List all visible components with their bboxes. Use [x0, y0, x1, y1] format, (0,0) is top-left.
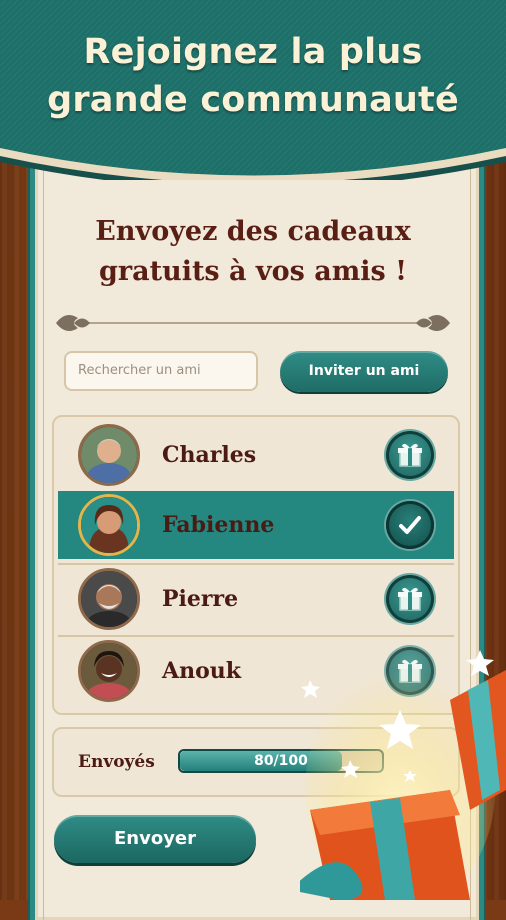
search-placeholder: Rechercher un ami: [78, 363, 201, 378]
friend-row-charles[interactable]: Charles: [58, 421, 454, 489]
panel-subtitle: Envoyez des cadeaux gratuits à vos amis …: [0, 212, 506, 292]
avatar: [78, 640, 140, 702]
send-gift-button[interactable]: [386, 575, 434, 623]
sent-progress-bar: 80/100: [178, 749, 384, 773]
subtitle-line-1: Envoyez des cadeaux: [95, 216, 411, 247]
headline-line-1: Rejoignez la plus: [83, 32, 423, 72]
friend-name: Pierre: [162, 586, 239, 612]
progress-text: 80/100: [254, 753, 308, 769]
send-gift-button[interactable]: [386, 647, 434, 695]
invite-friend-button[interactable]: Inviter un ami: [280, 351, 448, 392]
ornament-divider: [56, 314, 450, 332]
send-button[interactable]: Envoyer: [54, 815, 256, 863]
friend-name: Anouk: [162, 658, 241, 684]
headline: Rejoignez la plus grande communauté: [0, 28, 506, 124]
subtitle-line-2: gratuits à vos amis !: [99, 256, 407, 287]
sent-progress-box: Envoyés 80/100: [52, 727, 460, 797]
gift-icon: [398, 443, 422, 467]
gift-icon: [398, 587, 422, 611]
send-gift-button[interactable]: [386, 431, 434, 479]
friend-row-fabienne[interactable]: Fabienne: [58, 491, 454, 559]
avatar: [78, 494, 140, 556]
search-friend-input[interactable]: Rechercher un ami: [64, 351, 258, 391]
gift-icon: [398, 659, 422, 683]
sent-label: Envoyés: [78, 752, 155, 772]
friend-row-anouk[interactable]: Anouk: [58, 635, 454, 705]
avatar: [78, 568, 140, 630]
gift-sent-indicator: [386, 501, 434, 549]
friend-name: Charles: [162, 442, 257, 468]
friends-list: Charles Fabienne Pierre Anouk: [52, 415, 460, 715]
avatar: [78, 424, 140, 486]
friend-name: Fabienne: [162, 512, 275, 538]
headline-line-2: grande communauté: [47, 80, 459, 120]
check-icon: [399, 516, 421, 534]
friend-row-pierre[interactable]: Pierre: [58, 563, 454, 633]
